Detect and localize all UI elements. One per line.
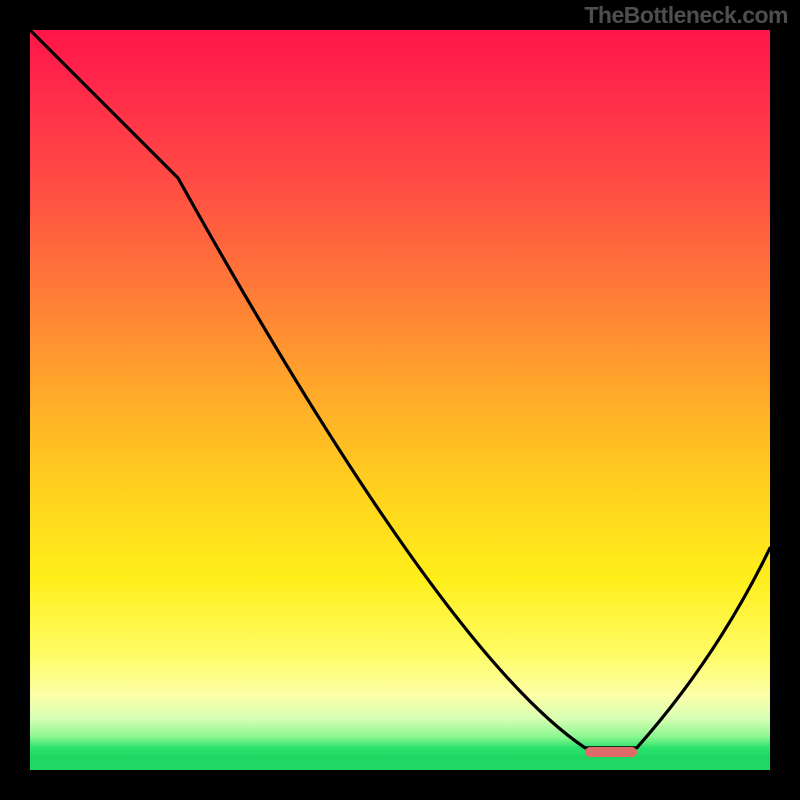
watermark-text: TheBottleneck.com <box>584 2 788 29</box>
chart-min-marker <box>585 747 637 757</box>
chart-curve-path <box>30 30 770 748</box>
chart-plot-area <box>30 30 770 770</box>
chart-curve <box>30 30 770 770</box>
